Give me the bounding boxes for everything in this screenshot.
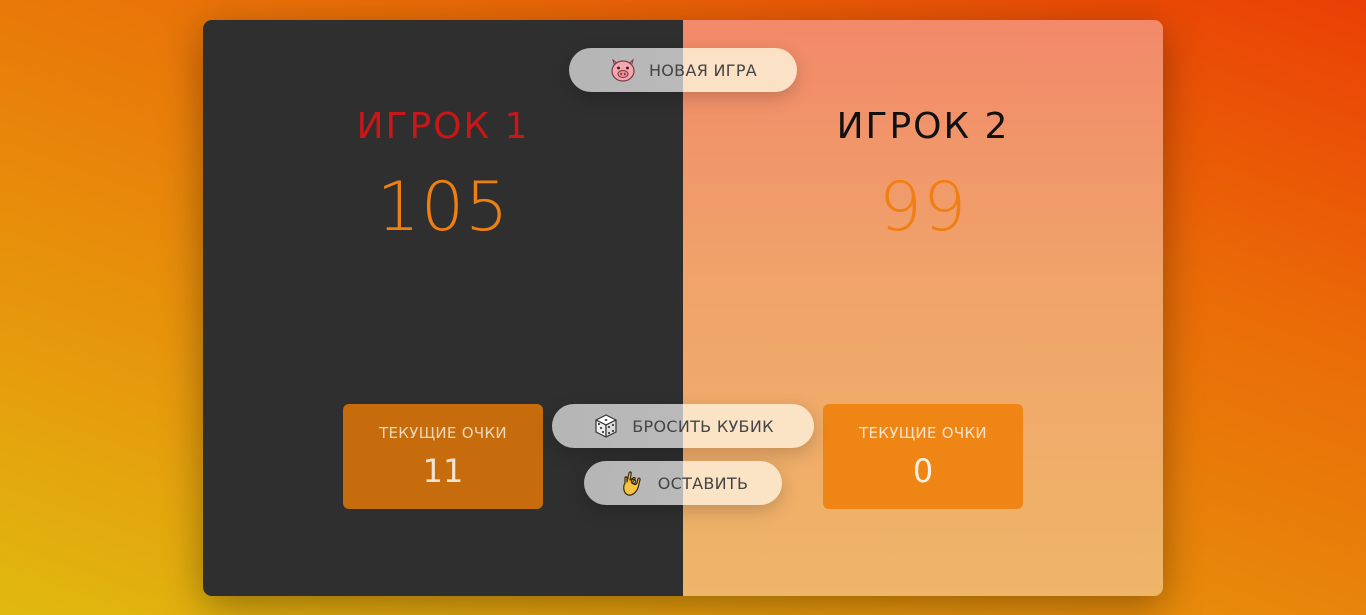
pig-icon xyxy=(609,56,637,84)
player-1-current-label: ТЕКУЩИЕ ОЧКИ xyxy=(379,424,507,442)
player-1-current-box: ТЕКУЩИЕ ОЧКИ 11 xyxy=(343,404,543,509)
player-2-total-score: 99 xyxy=(878,168,968,247)
hold-label: ОСТАВИТЬ xyxy=(657,473,749,493)
dice-icon xyxy=(592,412,620,440)
ok-hand-icon xyxy=(618,469,646,497)
player-1-name: ИГРОК 1 xyxy=(356,106,530,147)
roll-dice-button[interactable]: БРОСИТЬ КУБИК xyxy=(552,404,814,448)
hold-button[interactable]: ОСТАВИТЬ xyxy=(584,461,782,505)
player-1-current-score: 11 xyxy=(422,452,464,490)
new-game-button[interactable]: НОВАЯ ИГРА xyxy=(569,48,797,92)
new-game-label: НОВАЯ ИГРА xyxy=(648,60,758,80)
player-2-panel: ИГРОК 2 99 ТЕКУЩИЕ ОЧКИ 0 xyxy=(683,20,1163,596)
player-2-current-label: ТЕКУЩИЕ ОЧКИ xyxy=(859,424,987,442)
player-1-total-score: 105 xyxy=(376,168,510,247)
player-2-current-score: 0 xyxy=(912,452,934,490)
roll-dice-label: БРОСИТЬ КУБИК xyxy=(632,416,774,436)
player-2-name: ИГРОК 2 xyxy=(836,106,1010,147)
player-1-panel: ИГРОК 1 105 ТЕКУЩИЕ ОЧКИ 11 xyxy=(203,20,683,596)
player-2-current-box: ТЕКУЩИЕ ОЧКИ 0 xyxy=(823,404,1023,509)
game-board: ИГРОК 1 105 ТЕКУЩИЕ ОЧКИ 11 ИГРОК 2 99 Т… xyxy=(203,20,1163,596)
